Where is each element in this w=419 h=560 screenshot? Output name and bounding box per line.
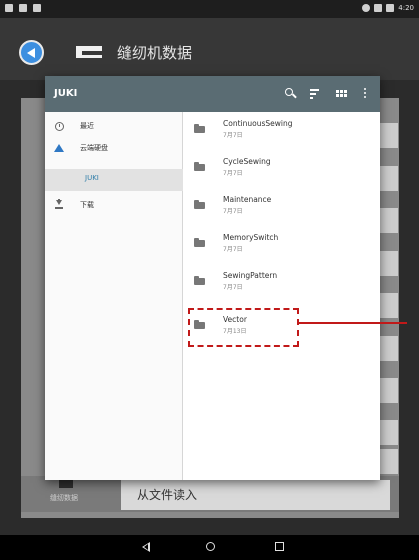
folder-name: CycleSewing [223,157,271,166]
roots-drawer: 最近 云端硬盘 JUKI 下载 [45,112,183,480]
folder-icon [194,200,205,209]
notification-icon [5,4,13,12]
status-bar: 4:20 [0,0,419,18]
highlight-box [188,308,299,347]
back-button[interactable] [19,40,44,65]
signal-icon [362,4,371,12]
read-from-file-button[interactable]: 从文件读入 [121,480,390,510]
picker-toolbar: JUKI [45,76,380,112]
folder-icon [194,276,205,285]
app-bar: 缝纫机数据 [0,18,419,80]
picker-title: JUKI [54,88,78,99]
folder-name: SewingPattern [223,271,278,280]
drawer-item-recent[interactable]: 最近 [45,116,183,138]
status-time: 4:20 [398,4,414,12]
folder-date: 7月7日 [223,284,243,291]
sewing-data-label: 缝纫数据 [50,494,78,502]
folder-name: MemorySwitch [223,233,279,242]
battery-icon [386,4,395,12]
nav-back-icon[interactable] [142,542,150,552]
file-picker-dialog: JUKI 最近 云端硬盘 JUKI 下载 ContinuousSewing 7月… [45,76,380,480]
folder-icon [194,162,205,171]
file-list: ContinuousSewing 7月7日 CycleSewing 7月7日 M… [183,112,380,480]
folder-date: 7月7日 [223,170,243,177]
folder-date: 7月7日 [223,132,243,139]
folder-row-sewing-pattern[interactable]: SewingPattern 7月7日 [183,264,380,302]
more-options-button[interactable] [354,76,376,112]
drawer-item-juki[interactable]: JUKI [45,169,183,191]
nav-home-icon[interactable] [206,542,215,551]
play-icon [33,4,41,12]
drawer-item-label: 下载 [80,201,94,209]
folder-date: 7月7日 [223,246,243,253]
sim-icon [19,4,27,12]
navigation-bar [0,535,419,560]
search-button[interactable] [280,76,302,112]
folder-name: ContinuousSewing [223,119,293,128]
folder-row-cycle-sewing[interactable]: CycleSewing 7月7日 [183,150,380,188]
folder-icon [194,124,205,133]
drive-icon [54,144,64,152]
drawer-item-label: 云端硬盘 [80,144,108,152]
wifi-icon [374,4,383,12]
folder-row-memory-switch[interactable]: MemorySwitch 7月7日 [183,226,380,264]
clock-icon [55,122,64,131]
sewing-machine-icon [76,46,102,58]
folder-name: Maintenance [223,195,272,204]
download-icon [55,199,63,210]
folder-row-continuous-sewing[interactable]: ContinuousSewing 7月7日 [183,112,380,150]
sewing-data-icon [59,480,73,488]
drawer-item-downloads[interactable]: 下载 [45,195,183,217]
drawer-item-label: JUKI [85,174,99,182]
page-title: 缝纫机数据 [117,44,193,62]
callout-line [299,322,407,324]
folder-row-maintenance[interactable]: Maintenance 7月7日 [183,188,380,226]
drawer-item-drive[interactable]: 云端硬盘 [45,138,183,160]
sort-button[interactable] [304,76,326,112]
nav-recents-icon[interactable] [275,542,284,551]
drawer-item-label: 最近 [80,122,94,130]
folder-date: 7月7日 [223,208,243,215]
grid-view-button[interactable] [330,76,352,112]
folder-icon [194,238,205,247]
